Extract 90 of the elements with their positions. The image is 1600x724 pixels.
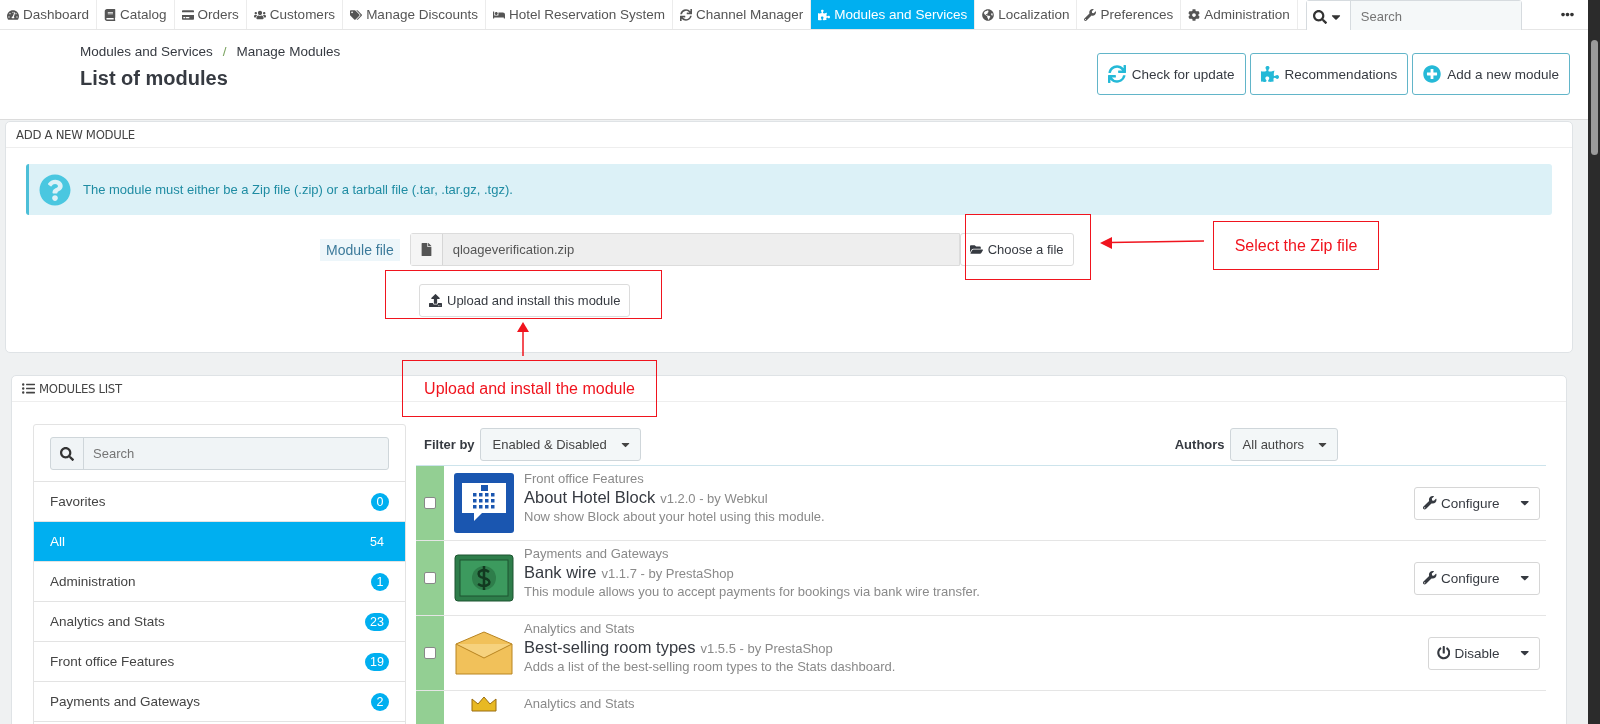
- crown-icon: [470, 695, 498, 713]
- search-box[interactable]: Search: [50, 437, 389, 470]
- refresh-icon: [1107, 65, 1126, 83]
- annotation-note: Upload and install the module: [402, 360, 657, 417]
- annotation-note: Select the Zip file: [1213, 221, 1379, 270]
- folder-icon: [969, 243, 983, 256]
- nav-tab[interactable]: Preferences: [1077, 0, 1182, 29]
- book-icon: [104, 8, 117, 21]
- nav-tab[interactable]: Hotel Reservation System: [485, 0, 673, 29]
- authors-select[interactable]: All authors: [1229, 428, 1338, 461]
- globe-icon: [982, 8, 995, 21]
- file-field[interactable]: qloageverification.zip: [409, 233, 960, 266]
- breadcrumb-link[interactable]: Modules and Services: [80, 44, 213, 59]
- filter-label: Authors: [1174, 437, 1225, 452]
- checkbox[interactable]: [424, 647, 436, 659]
- dashboard-icon: [7, 8, 19, 21]
- hotel-speech-bubble-icon: [454, 473, 514, 533]
- category-label: Administration: [50, 574, 136, 589]
- status-select[interactable]: Enabled & Disabled: [479, 428, 641, 461]
- file-icon: [419, 243, 433, 256]
- upload-button[interactable]: Upload and install this module: [419, 284, 631, 317]
- nav-tab[interactable]: Manage Discounts: [343, 0, 486, 29]
- puzzle-icon: [818, 8, 831, 21]
- module-name: Best-selling room types: [524, 638, 696, 657]
- field-label: Module file: [320, 238, 400, 261]
- count-badge: 1: [371, 572, 389, 591]
- breadcrumb-separator: /: [222, 44, 227, 59]
- nav-tab[interactable]: Localization: [975, 0, 1078, 29]
- page-title: List of modules: [80, 67, 229, 90]
- settings-icon: [1188, 8, 1201, 21]
- toolbar-button[interactable]: Add a new module: [1412, 53, 1570, 95]
- action-button[interactable]: Configure: [1414, 561, 1540, 595]
- upload-icon: [429, 294, 442, 307]
- module-description: This module allows you to accept payments for bookings via bank wire transfer.: [524, 584, 981, 599]
- wrench-icon: [1423, 571, 1437, 585]
- dollar-banknote-icon: [454, 554, 514, 602]
- panel-heading: MODULES LIST: [39, 381, 122, 396]
- annotation-arrow: [517, 322, 529, 356]
- category-label: All: [50, 534, 65, 549]
- toolbar-button[interactable]: Check for update: [1096, 53, 1246, 95]
- bed-icon: [492, 8, 505, 21]
- nav-tab[interactable]: Administration: [1181, 0, 1298, 29]
- action-button[interactable]: Disable: [1427, 636, 1540, 670]
- nav-tab[interactable]: Orders: [174, 0, 247, 29]
- module-description: Now show Block about your hotel using this module.: [524, 509, 826, 524]
- module-description: Adds a list of the best-selling room types to the Stats dashboard.: [524, 659, 897, 674]
- module-category: Analytics and Stats: [524, 621, 636, 636]
- action-button[interactable]: Configure: [1414, 486, 1540, 520]
- module-name: About Hotel Block: [524, 488, 656, 507]
- wrench-icon: [1084, 8, 1097, 21]
- category-label: Payments and Gateways: [50, 694, 201, 709]
- panel-heading: ADD A NEW MODULE: [16, 127, 135, 142]
- power-icon: [1436, 646, 1451, 660]
- file-name: qloageverification.zip: [451, 242, 575, 257]
- item-count: 54: [369, 533, 385, 551]
- module-version: v1.2.0 - by Webkul: [660, 491, 768, 506]
- question-icon: [39, 173, 71, 206]
- count-badge: 0: [371, 492, 389, 511]
- credit-card-icon: [181, 8, 194, 21]
- module-version: v1.5.5 - by PrestaShop: [700, 641, 833, 656]
- breadcrumb-link[interactable]: Manage Modules: [236, 44, 341, 59]
- category-label: Analytics and Stats: [50, 614, 165, 629]
- alert-text: The module must either be a Zip file (.zip) or a tarball file (.tar, .tar.gz, .tgz).: [83, 182, 513, 197]
- module-name: Bank wire: [524, 563, 597, 582]
- search-icon: [60, 446, 74, 461]
- users-icon: [253, 8, 266, 21]
- count-badge: 19: [365, 652, 389, 671]
- module-category: Front office Features: [524, 471, 645, 486]
- search-field[interactable]: Search: [84, 438, 388, 469]
- list-icon: [22, 382, 35, 395]
- filter-label: Filter by: [424, 437, 475, 452]
- category-label: Front office Features: [50, 654, 175, 669]
- count-badge: 23: [365, 612, 389, 631]
- tag-icon: [350, 8, 363, 21]
- category-label: Favorites: [50, 494, 106, 509]
- nav-tab[interactable]: Catalog: [97, 0, 175, 29]
- checkbox[interactable]: [424, 497, 436, 509]
- scrollbar-thumb[interactable]: [1590, 40, 1598, 155]
- checkbox[interactable]: [424, 572, 436, 584]
- wrench-icon: [1423, 496, 1437, 510]
- count-badge: 2: [371, 692, 389, 711]
- module-category: Analytics and Stats: [524, 696, 636, 711]
- module-version: v1.1.7 - by PrestaShop: [601, 566, 734, 581]
- refresh-icon: [680, 8, 692, 21]
- puzzle-icon: [1260, 65, 1279, 83]
- choose-file-button[interactable]: Choose a file: [959, 233, 1074, 266]
- nav-tab[interactable]: Customers: [246, 0, 344, 29]
- toolbar-button[interactable]: Recommendations: [1249, 53, 1409, 95]
- module-category: Payments and Gateways: [524, 546, 670, 561]
- nav-tab[interactable]: Dashboard: [0, 0, 98, 29]
